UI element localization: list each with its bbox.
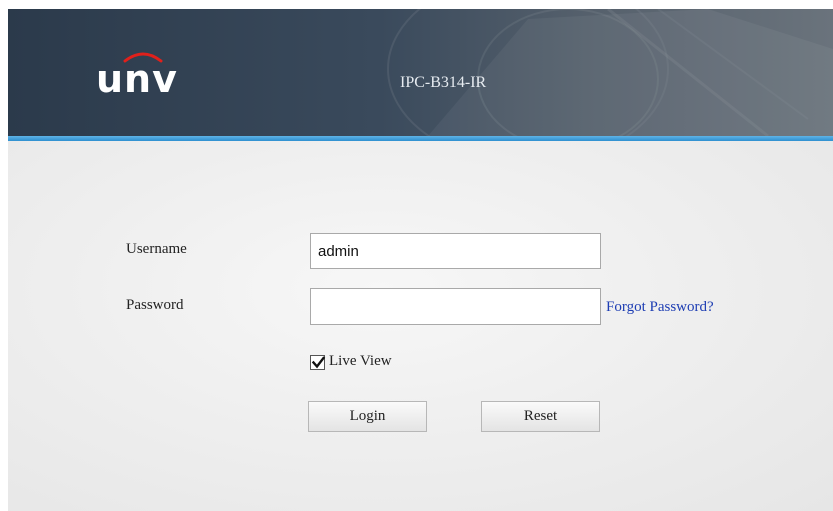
login-button[interactable]: Login [308,401,427,432]
brand-logo: UNV [96,52,206,101]
live-view-checkbox[interactable] [310,355,326,370]
brand-logo-text: UNV [96,57,178,101]
check-icon [311,356,326,369]
login-page: UNV IPC-B314-IR Username Password Forgot… [8,9,833,511]
username-input[interactable] [310,233,601,269]
login-panel [8,141,833,511]
device-model: IPC-B314-IR [400,74,487,91]
username-label: Username [126,241,187,257]
forgot-password-link[interactable]: Forgot Password? [606,299,714,316]
password-input[interactable] [310,288,601,325]
reset-button[interactable]: Reset [481,401,600,432]
password-label: Password [126,297,184,313]
live-view-label[interactable]: Live View [329,353,392,370]
header-banner: UNV IPC-B314-IR [8,9,833,136]
